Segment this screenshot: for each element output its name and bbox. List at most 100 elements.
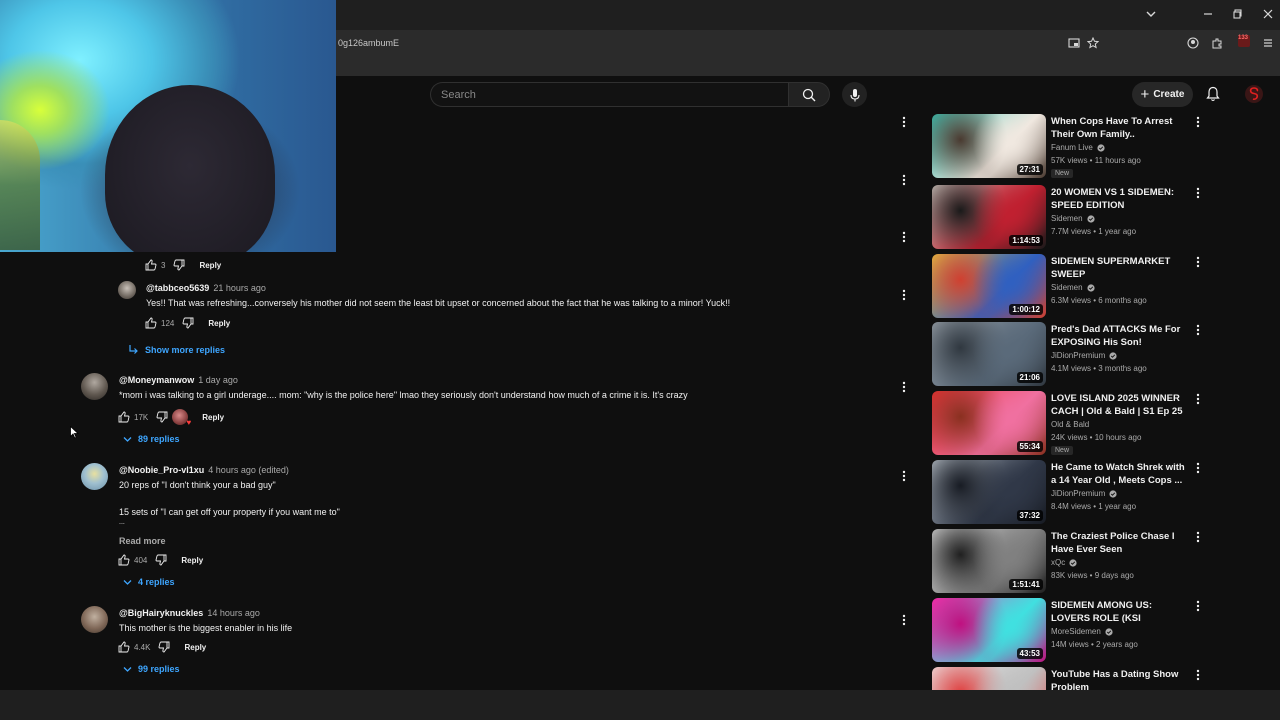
video-thumbnail[interactable]: 1:51:41 xyxy=(932,529,1046,593)
comment-author[interactable]: @Noobie_Pro-vl1xu 4 hours ago (edited) xyxy=(119,465,289,475)
reply-button[interactable]: Reply xyxy=(208,319,230,328)
restore-icon[interactable] xyxy=(1233,9,1243,22)
video-channel[interactable]: MoreSidemen xyxy=(1051,627,1113,636)
video-thumbnail[interactable]: 27:31 xyxy=(932,114,1046,178)
video-more-icon[interactable] xyxy=(1194,669,1202,681)
comment-author[interactable]: @tabbceo5639 21 hours ago xyxy=(146,283,266,293)
comment-more-icon[interactable] xyxy=(899,380,909,394)
dislike-icon[interactable] xyxy=(158,641,170,653)
video-more-icon[interactable] xyxy=(1194,256,1202,268)
recommended-video[interactable]: 1:51:41 The Craziest Police Chase I Have … xyxy=(932,529,1280,593)
recommended-video[interactable]: 43:53 SIDEMEN AMONG US: LOVERS ROLE (KSI … xyxy=(932,598,1280,662)
video-more-icon[interactable] xyxy=(1194,393,1202,405)
video-title[interactable]: The Craziest Police Chase I Have Ever Se… xyxy=(1051,530,1189,556)
comment-more-icon[interactable] xyxy=(899,230,909,244)
read-more-button[interactable]: Read more xyxy=(119,536,166,546)
video-thumbnail[interactable]: 43:53 xyxy=(932,598,1046,662)
recommended-video[interactable]: 1:00:12 SIDEMEN SUPERMARKET SWEEP Sidemen 6… xyxy=(932,254,1280,318)
video-thumbnail[interactable] xyxy=(932,667,1046,690)
video-channel[interactable]: JiDionPremium xyxy=(1051,489,1117,498)
video-title[interactable]: He Came to Watch Shrek with a 14 Year Ol… xyxy=(1051,461,1189,487)
view-replies-button[interactable]: 4 replies xyxy=(123,577,175,587)
profile-sync-icon[interactable] xyxy=(1187,37,1199,52)
recommended-video[interactable]: YouTube Has a Dating Show Problem xyxy=(932,667,1280,690)
recommended-video[interactable]: 55:34 LOVE ISLAND 2025 WINNER CACH | Old … xyxy=(932,391,1280,455)
like-icon[interactable] xyxy=(118,641,130,653)
video-thumbnail[interactable]: 1:00:12 xyxy=(932,254,1046,318)
dislike-icon[interactable] xyxy=(182,317,194,329)
video-more-icon[interactable] xyxy=(1194,462,1202,474)
view-replies-button[interactable]: 99 replies xyxy=(123,664,180,674)
video-thumbnail[interactable]: 1:14:53 xyxy=(932,185,1046,249)
comment-time[interactable]: 14 hours ago xyxy=(207,608,260,618)
comment-more-icon[interactable] xyxy=(899,115,909,129)
comment-time[interactable]: 1 day ago xyxy=(198,375,238,385)
comment-more-icon[interactable] xyxy=(899,288,909,302)
url-text[interactable]: 0g126ambumE xyxy=(338,38,399,48)
video-channel[interactable]: xQc xyxy=(1051,558,1077,567)
video-channel[interactable]: JiDionPremium xyxy=(1051,351,1117,360)
search-input[interactable] xyxy=(431,83,788,106)
show-more-replies-button[interactable]: Show more replies xyxy=(128,344,225,355)
view-replies-button[interactable]: 89 replies xyxy=(123,434,180,444)
video-title[interactable]: SIDEMEN SUPERMARKET SWEEP xyxy=(1051,255,1189,281)
reply-button[interactable]: Reply xyxy=(181,556,203,565)
dislike-icon[interactable] xyxy=(155,554,167,566)
minimize-icon[interactable] xyxy=(1203,9,1213,22)
commenter-avatar[interactable] xyxy=(81,463,108,490)
like-icon[interactable] xyxy=(145,259,157,271)
comment-more-icon[interactable] xyxy=(899,173,909,187)
voice-search-button[interactable] xyxy=(842,82,867,107)
reply-button[interactable]: Reply xyxy=(202,413,224,422)
like-icon[interactable] xyxy=(145,317,157,329)
picture-in-picture-icon[interactable] xyxy=(1068,37,1080,52)
commenter-avatar[interactable] xyxy=(118,281,136,299)
video-more-icon[interactable] xyxy=(1194,600,1202,612)
video-thumbnail[interactable]: 21:06 xyxy=(932,322,1046,386)
extension-badge-icon[interactable]: 133 xyxy=(1237,34,1251,51)
recommended-video[interactable]: 1:14:53 20 WOMEN VS 1 SIDEMEN: SPEED EDIT… xyxy=(932,185,1280,249)
like-icon[interactable] xyxy=(118,411,130,423)
comment-author[interactable]: @BigHairyknuckles 14 hours ago xyxy=(119,608,260,618)
commenter-avatar[interactable] xyxy=(81,373,108,400)
comment-time[interactable]: 4 hours ago (edited) xyxy=(208,465,289,475)
bookmark-star-icon[interactable] xyxy=(1086,36,1100,52)
like-icon[interactable] xyxy=(118,554,130,566)
video-thumbnail[interactable]: 37:32 xyxy=(932,460,1046,524)
dislike-icon[interactable] xyxy=(156,411,168,423)
video-thumbnail[interactable]: 55:34 xyxy=(932,391,1046,455)
close-window-icon[interactable] xyxy=(1263,9,1273,22)
reply-button[interactable]: Reply xyxy=(199,261,221,270)
video-title[interactable]: SIDEMEN AMONG US: LOVERS ROLE (KSI RETUR… xyxy=(1051,599,1189,625)
video-channel[interactable]: Sidemen xyxy=(1051,214,1095,223)
tab-search-icon[interactable] xyxy=(1146,9,1156,22)
reply-button[interactable]: Reply xyxy=(184,643,206,652)
video-title[interactable]: When Cops Have To Arrest Their Own Famil… xyxy=(1051,115,1189,141)
extensions-puzzle-icon[interactable] xyxy=(1211,37,1223,52)
video-channel[interactable]: Old & Bald xyxy=(1051,420,1089,429)
create-button[interactable]: + Create xyxy=(1132,82,1193,107)
browser-menu-icon[interactable] xyxy=(1263,37,1273,52)
comment-more-icon[interactable] xyxy=(899,469,909,483)
comment-time[interactable]: 21 hours ago xyxy=(213,283,266,293)
recommended-video[interactable]: 27:31 When Cops Have To Arrest Their Own … xyxy=(932,114,1280,178)
video-more-icon[interactable] xyxy=(1194,187,1202,199)
notifications-bell-icon[interactable] xyxy=(1206,86,1220,107)
recommended-video[interactable]: 37:32 He Came to Watch Shrek with a 14 Ye… xyxy=(932,460,1280,524)
video-title[interactable]: YouTube Has a Dating Show Problem xyxy=(1051,668,1189,690)
commenter-avatar[interactable] xyxy=(81,606,108,633)
comment-author[interactable]: @Moneymanwow 1 day ago xyxy=(119,375,238,385)
video-channel[interactable]: Fanum Live xyxy=(1051,143,1105,152)
video-title[interactable]: LOVE ISLAND 2025 WINNER CACH | Old & Bal… xyxy=(1051,392,1189,418)
recommended-video[interactable]: 21:06 Pred's Dad ATTACKS Me For EXPOSING … xyxy=(932,322,1280,386)
video-channel[interactable]: Sidemen xyxy=(1051,283,1095,292)
video-more-icon[interactable] xyxy=(1194,116,1202,128)
search-button[interactable] xyxy=(788,82,830,107)
comment-more-icon[interactable] xyxy=(899,613,909,627)
video-more-icon[interactable] xyxy=(1194,531,1202,543)
dislike-icon[interactable] xyxy=(173,259,185,271)
video-more-icon[interactable] xyxy=(1194,324,1202,336)
user-avatar[interactable] xyxy=(1245,85,1263,103)
video-title[interactable]: 20 WOMEN VS 1 SIDEMEN: SPEED EDITION xyxy=(1051,186,1189,212)
video-title[interactable]: Pred's Dad ATTACKS Me For EXPOSING His S… xyxy=(1051,323,1189,349)
